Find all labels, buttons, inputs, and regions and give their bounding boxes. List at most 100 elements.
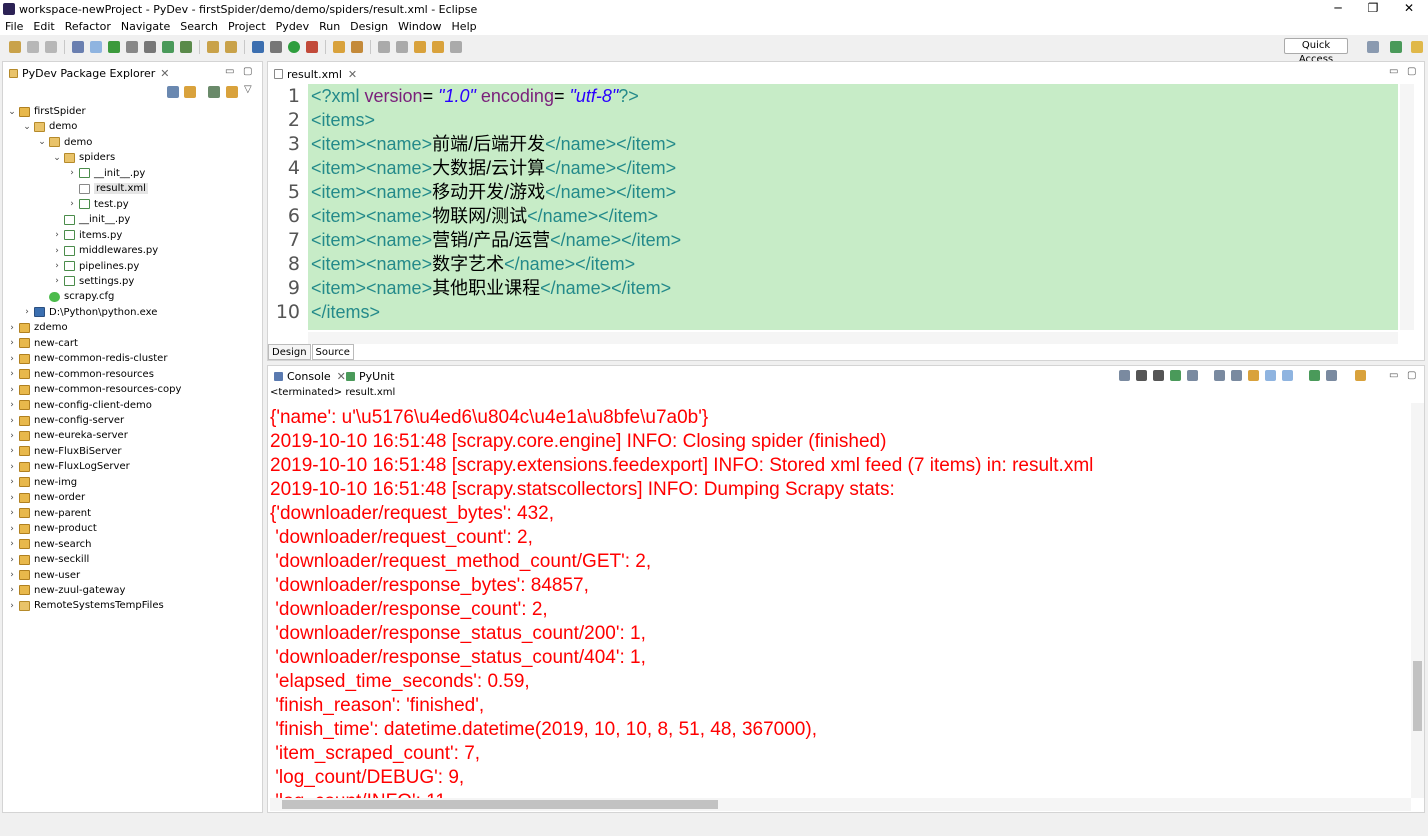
console-horizontal-scrollbar[interactable]	[270, 798, 1411, 811]
tree-item[interactable]: › D:\Python\python.exe	[22, 305, 157, 320]
tree-item[interactable]: › new-img	[7, 475, 77, 490]
minimize-view-icon[interactable]: ▭	[1389, 66, 1398, 77]
chevron-right-icon[interactable]: ›	[7, 354, 17, 364]
chevron-right-icon[interactable]: ›	[7, 385, 17, 395]
sync-icon[interactable]	[226, 86, 238, 98]
back-icon[interactable]	[432, 41, 444, 53]
remove-launch-icon[interactable]	[1136, 370, 1147, 381]
chevron-right-icon[interactable]: ›	[52, 261, 62, 271]
chevron-right-icon[interactable]: ›	[52, 246, 62, 256]
chevron-right-icon[interactable]: ›	[7, 585, 17, 595]
copy-icon[interactable]	[1187, 370, 1198, 381]
menu-help[interactable]: Help	[447, 20, 482, 33]
chevron-down-icon[interactable]: ⌄	[37, 137, 47, 147]
search-icon[interactable]	[351, 41, 363, 53]
scroll-thumb[interactable]	[1413, 661, 1422, 731]
chevron-right-icon[interactable]: ›	[7, 446, 17, 456]
save-icon[interactable]	[27, 41, 39, 53]
tree-item[interactable]: › new-product	[7, 521, 97, 536]
chevron-right-icon[interactable]: ›	[7, 570, 17, 580]
tree-item[interactable]: › new-common-redis-cluster	[7, 351, 167, 366]
view-menu-icon[interactable]: ▽	[244, 84, 252, 95]
tree-item[interactable]: › new-common-resources	[7, 367, 154, 382]
tree-item[interactable]: › new-FluxLogServer	[7, 459, 130, 474]
tree-item[interactable]: › new-parent	[7, 506, 91, 521]
tree-item[interactable]: scrapy.cfg	[37, 289, 114, 304]
tab-package-explorer[interactable]: PyDev Package Explorer ✕	[3, 62, 176, 84]
code-area[interactable]: <?xml version= "1.0" encoding= "utf-8"?>…	[308, 84, 1398, 330]
tree-item[interactable]: › new-seckill	[7, 552, 89, 567]
display-console-icon[interactable]	[1326, 370, 1337, 381]
tree-item[interactable]: › test.py	[67, 197, 128, 212]
menu-window[interactable]: Window	[393, 20, 446, 33]
chevron-right-icon[interactable]: ›	[7, 323, 17, 333]
menu-edit[interactable]: Edit	[28, 20, 59, 33]
menu-navigate[interactable]: Navigate	[116, 20, 175, 33]
show-on-stderr-icon[interactable]	[1282, 370, 1293, 381]
tab-design[interactable]: Design	[268, 344, 311, 360]
terminate-icon[interactable]	[1119, 370, 1130, 381]
tree-item[interactable]: › zdemo	[7, 320, 67, 335]
tree-item[interactable]: result.xml	[67, 181, 148, 196]
block-select-icon[interactable]	[108, 41, 120, 53]
menu-refactor[interactable]: Refactor	[60, 20, 116, 33]
chevron-right-icon[interactable]: ›	[7, 462, 17, 472]
open-resource-icon[interactable]	[225, 41, 237, 53]
chevron-down-icon[interactable]: ⌄	[7, 107, 17, 117]
chevron-right-icon[interactable]: ›	[52, 276, 62, 286]
chevron-down-icon[interactable]: ⌄	[22, 122, 32, 132]
tree-item[interactable]: › __init__.py	[67, 166, 145, 181]
chevron-right-icon[interactable]: ›	[7, 431, 17, 441]
menu-pydev[interactable]: Pydev	[271, 20, 314, 33]
close-icon[interactable]: ✕	[160, 67, 169, 80]
link-with-editor-icon[interactable]	[184, 86, 196, 98]
tree-item[interactable]: __init__.py	[52, 212, 130, 227]
tree-item[interactable]: ⌄ demo	[37, 135, 92, 150]
menu-file[interactable]: File	[0, 20, 28, 33]
tab-pyunit[interactable]: PyUnit	[342, 366, 399, 386]
clear-console-icon[interactable]	[1214, 370, 1225, 381]
tree-item[interactable]: › new-zuul-gateway	[7, 583, 125, 598]
scroll-lock-icon[interactable]	[1231, 370, 1242, 381]
save-all-icon[interactable]	[45, 41, 57, 53]
python-perspective-icon[interactable]	[1411, 41, 1423, 53]
forward-icon[interactable]	[450, 41, 462, 53]
previous-annotation-icon[interactable]	[396, 41, 408, 53]
tree-item[interactable]: › middlewares.py	[52, 243, 158, 258]
chevron-right-icon[interactable]: ›	[7, 416, 17, 426]
menu-project[interactable]: Project	[223, 20, 271, 33]
minimize-button[interactable]: ─	[1321, 0, 1355, 18]
filter-icon[interactable]	[208, 86, 220, 98]
word-wrap-icon[interactable]	[144, 41, 156, 53]
collapse-all-icon[interactable]	[167, 86, 179, 98]
chevron-right-icon[interactable]: ›	[22, 307, 32, 317]
chevron-right-icon[interactable]: ›	[67, 168, 77, 178]
pydev-perspective-icon[interactable]	[1390, 41, 1402, 53]
chevron-right-icon[interactable]: ›	[7, 477, 17, 487]
tree-item[interactable]: ⌄ spiders	[52, 150, 115, 165]
toggle-mark-icon[interactable]	[90, 41, 102, 53]
show-on-stdout-icon[interactable]	[1265, 370, 1276, 381]
minimize-view-icon[interactable]: ▭	[225, 66, 234, 77]
chevron-right-icon[interactable]: ›	[67, 199, 77, 209]
console-output[interactable]: {'name': u'\u5176\u4ed6\u804c\u4e1a\u8bf…	[270, 406, 1405, 798]
menu-search[interactable]: Search	[175, 20, 223, 33]
editor-horizontal-scrollbar[interactable]	[308, 332, 1398, 344]
show-whitespace-icon[interactable]	[126, 41, 138, 53]
close-button[interactable]: ✕	[1392, 0, 1426, 18]
tree-item[interactable]: › new-search	[7, 537, 91, 552]
new-icon[interactable]	[9, 41, 21, 53]
minimize-view-icon[interactable]: ▭	[1389, 370, 1398, 381]
tab-result-xml[interactable]: result.xml ✕	[270, 64, 361, 84]
tree-item[interactable]: › items.py	[52, 228, 122, 243]
last-edit-icon[interactable]	[414, 41, 426, 53]
open-console-icon[interactable]	[1355, 370, 1366, 381]
menu-design[interactable]: Design	[345, 20, 393, 33]
pydev-icon[interactable]	[162, 41, 174, 53]
tree-item[interactable]: › new-config-client-demo	[7, 398, 152, 413]
maximize-view-icon[interactable]: ▢	[243, 66, 252, 77]
tree-item[interactable]: › new-FluxBiServer	[7, 444, 121, 459]
maximize-view-icon[interactable]: ▢	[1407, 66, 1416, 77]
remove-all-icon[interactable]	[1153, 370, 1164, 381]
quick-access-input[interactable]: Quick Access	[1284, 38, 1348, 65]
